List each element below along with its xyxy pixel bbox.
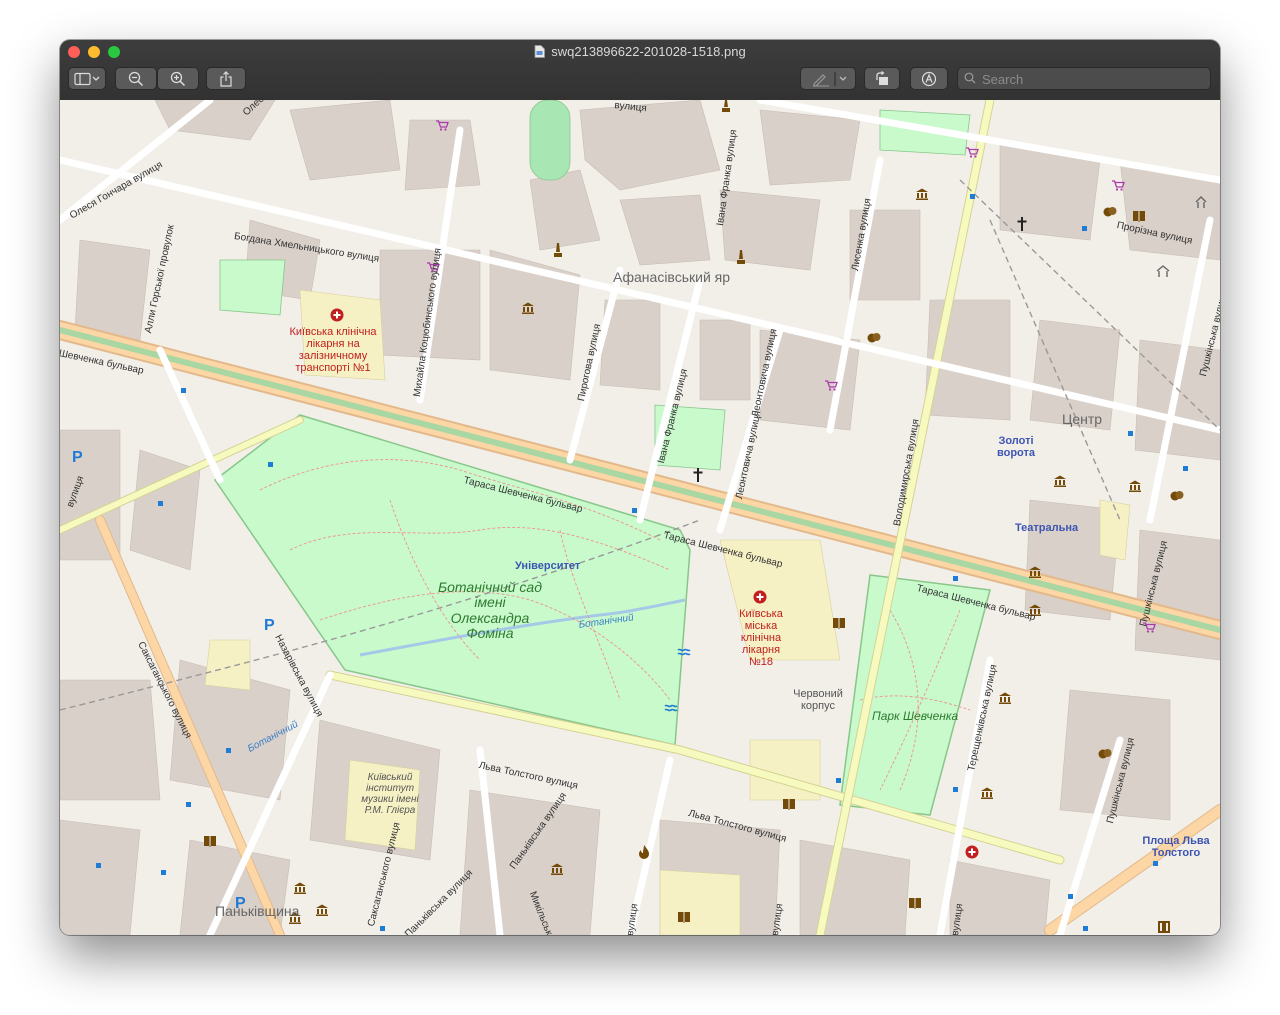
park-shevchenka-label: Парк Шевченка xyxy=(872,709,959,723)
search-input[interactable] xyxy=(980,70,1208,89)
map-image xyxy=(60,100,1220,935)
tsentr-label: Центр xyxy=(1062,411,1103,427)
parking-icon: P xyxy=(264,617,275,634)
zoloti-vorota-metro-label: Золоті ворота xyxy=(996,435,1035,460)
share-button[interactable] xyxy=(206,67,246,90)
teatralna-metro-label: Театральна xyxy=(1015,522,1079,534)
music-institute-label: Київський інститут музики імені Р.М. Глі… xyxy=(361,772,419,816)
rotate-button[interactable] xyxy=(864,67,900,90)
universytet-metro-label: Університет xyxy=(515,560,581,572)
pen-icon xyxy=(813,71,847,87)
search-field[interactable] xyxy=(957,67,1211,90)
zoom-in-button[interactable] xyxy=(157,67,199,90)
zoom-in-icon xyxy=(170,71,186,86)
annotate-button[interactable] xyxy=(910,67,948,90)
window-title-text: swq213896622-201028-1518.png xyxy=(551,44,746,59)
chervonyi-korpus-label: Червоний корпус xyxy=(793,688,843,713)
annotate-icon xyxy=(921,71,937,86)
image-canvas[interactable]: P P P Афанасівський яр Центр Паньківщина… xyxy=(60,100,1220,935)
parking-icon: P xyxy=(72,449,83,466)
title-bar: swq213896622-201028-1518.png xyxy=(60,40,1220,101)
sidebar-icon xyxy=(74,72,100,85)
sidebar-button[interactable] xyxy=(68,67,106,90)
zoom-out-button[interactable] xyxy=(115,67,157,90)
ploshcha-lva-tolstoho-metro-label: Площа Льва Толстого xyxy=(1142,835,1210,860)
zoom-out-icon xyxy=(128,71,144,86)
share-icon xyxy=(220,70,232,87)
pankivshchyna-label: Паньківщина xyxy=(215,903,300,919)
document-icon xyxy=(534,45,546,62)
rotate-icon xyxy=(876,70,888,85)
afanasivskyi-label: Афанасівський яр xyxy=(613,269,731,285)
city-hospital-18-label: Київська міська клінічна лікарня №18 xyxy=(739,608,783,669)
railway-hospital-label: Київська клінічна лікарня на залізничном… xyxy=(289,326,377,375)
botanical-garden-label: Ботанічний сад імені Олександра Фоміна xyxy=(438,579,542,642)
search-icon xyxy=(964,72,976,84)
markup-button[interactable] xyxy=(800,67,856,90)
preview-window: swq213896622-201028-1518.png Search P P … xyxy=(60,40,1220,935)
window-title: swq213896622-201028-1518.png xyxy=(60,44,1220,62)
